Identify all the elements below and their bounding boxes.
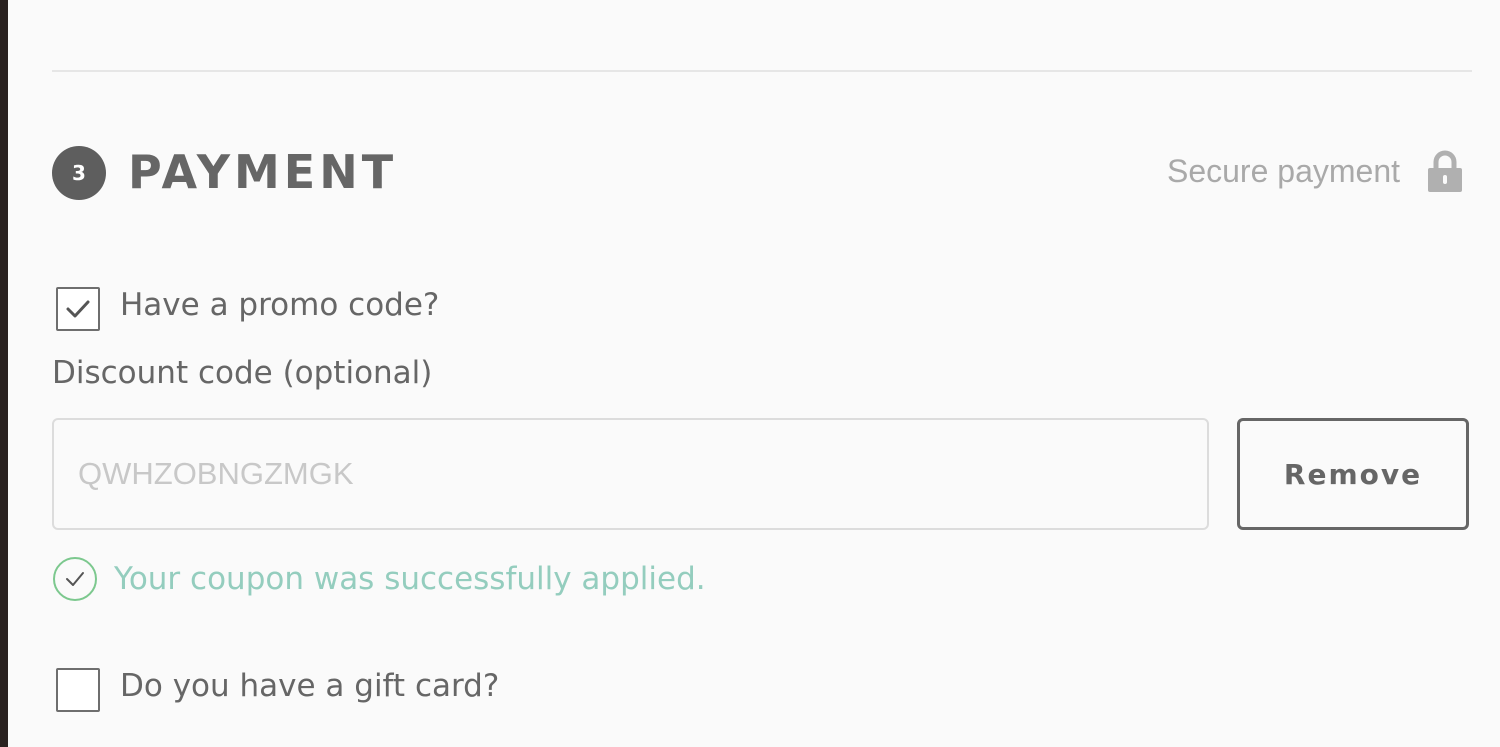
lock-icon bbox=[1428, 150, 1462, 192]
secure-payment-label: Secure payment bbox=[1166, 152, 1400, 189]
step-number: 3 bbox=[72, 161, 86, 185]
checkmark-icon bbox=[66, 300, 90, 318]
step-number-badge: 3 bbox=[52, 146, 106, 200]
discount-code-input[interactable] bbox=[52, 418, 1209, 530]
promo-code-checkbox[interactable] bbox=[56, 287, 100, 331]
gift-card-checkbox-label[interactable]: Do you have a gift card? bbox=[120, 671, 499, 702]
section-title: PAYMENT bbox=[128, 145, 398, 199]
window-edge bbox=[0, 0, 8, 747]
promo-code-checkbox-label[interactable]: Have a promo code? bbox=[120, 290, 439, 321]
section-divider bbox=[52, 70, 1472, 72]
coupon-success-text: Your coupon was successfully applied. bbox=[114, 561, 706, 597]
secure-payment-indicator: Secure payment bbox=[1167, 146, 1464, 196]
discount-code-label: Discount code (optional) bbox=[52, 355, 433, 391]
remove-code-button[interactable]: Remove bbox=[1237, 418, 1469, 530]
check-circle-icon bbox=[53, 557, 97, 601]
coupon-success-message: Your coupon was successfully applied. bbox=[52, 555, 706, 603]
gift-card-checkbox[interactable] bbox=[56, 668, 100, 712]
